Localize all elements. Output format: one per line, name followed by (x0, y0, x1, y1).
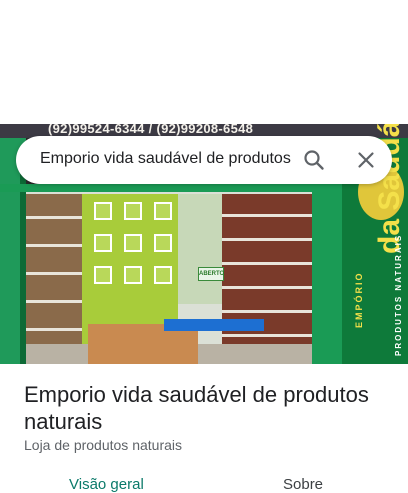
place-info-panel: Emporio vida saudável de produtos natura… (0, 364, 408, 493)
place-title: Emporio vida saudável de produtos natura… (24, 382, 369, 434)
search-icon[interactable] (302, 148, 326, 172)
tab-about[interactable]: Sobre (283, 476, 323, 493)
display-cube (124, 234, 142, 252)
place-category: Loja de produtos naturais (24, 437, 182, 453)
display-cube (94, 202, 112, 220)
display-cube (154, 266, 172, 284)
back-wall (178, 194, 222, 304)
shelf-row (222, 310, 312, 313)
shelf-row (26, 300, 82, 303)
blue-counter-strip (164, 319, 264, 331)
door-frame-right (312, 184, 342, 364)
search-input[interactable]: Emporio vida saudável de produtos (40, 150, 291, 168)
display-cube (124, 202, 142, 220)
shelf-row (222, 334, 312, 337)
close-icon[interactable] (354, 148, 378, 172)
door-frame-top (0, 184, 342, 192)
search-bar[interactable]: Emporio vida saudável de produtos (16, 136, 392, 184)
store-sign-phone: (92)99524-6344 / (92)99208-6548 (48, 124, 254, 136)
display-cube (154, 234, 172, 252)
shelf-row (26, 328, 82, 331)
shelf-row (26, 244, 82, 247)
shelf-row (222, 214, 312, 217)
right-shelf (222, 194, 312, 364)
shelf-row (26, 272, 82, 275)
display-cube (94, 266, 112, 284)
display-cube (124, 266, 142, 284)
tab-overview[interactable]: Visão geral (69, 476, 144, 493)
shelf-row (26, 216, 82, 219)
display-cube (154, 202, 172, 220)
shelf-row (222, 238, 312, 241)
map-blank-area (0, 0, 408, 124)
banner-text-products: PRODUTOS NATURAIS (394, 233, 403, 356)
display-cube (94, 234, 112, 252)
banner-text-emporio: EMPÓRIO (354, 271, 364, 328)
left-shelf (26, 194, 82, 364)
shelf-row (222, 286, 312, 289)
shelf-row (222, 262, 312, 265)
open-sign: ABERTO (198, 267, 224, 281)
